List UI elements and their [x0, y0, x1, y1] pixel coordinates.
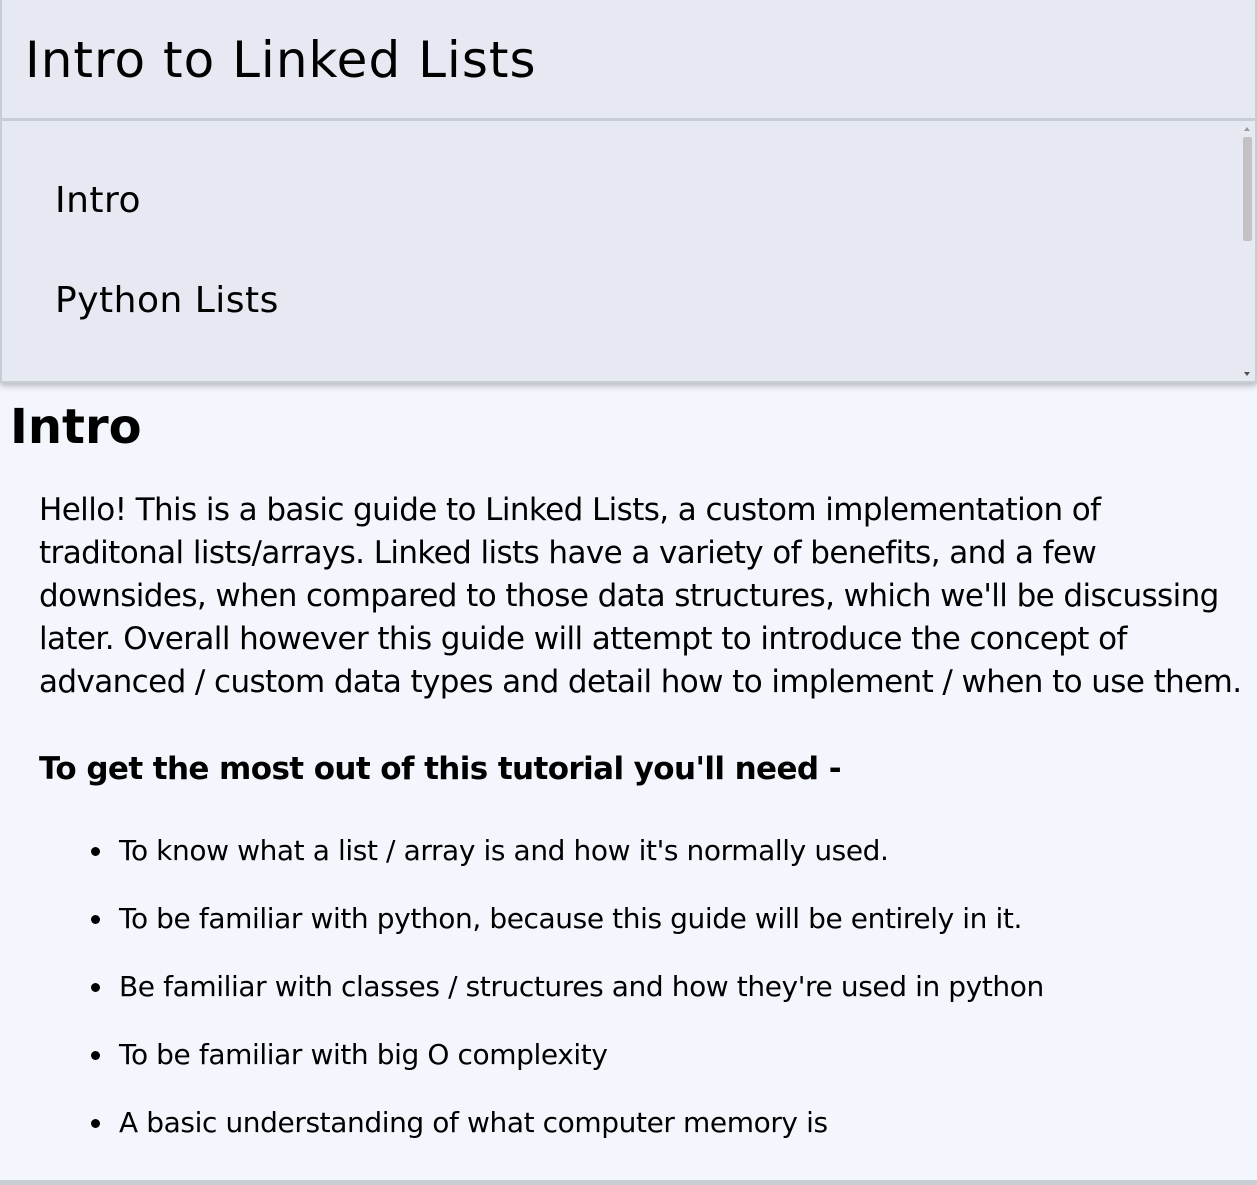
nav-link-intro[interactable]: Intro [55, 180, 141, 221]
nav-scrollbar[interactable] [1240, 123, 1255, 381]
scroll-down-arrow-icon[interactable] [1244, 372, 1250, 376]
navbar: Intro to Linked Lists Intro Python Lists [0, 0, 1257, 383]
bullet-icon [91, 915, 100, 924]
intro-paragraph: Hello! This is a basic guide to Linked L… [39, 492, 1242, 700]
list-item: To be familiar with python, because this… [91, 899, 1239, 967]
bullet-icon [91, 847, 100, 856]
list-item-text: To know what a list / array is and how i… [119, 834, 889, 867]
requirements-heading: To get the most out of this tutorial you… [39, 751, 842, 787]
list-item-text: To be familiar with python, because this… [119, 902, 1022, 935]
bullet-icon [91, 1051, 100, 1060]
requirements-list: To know what a list / array is and how i… [91, 831, 1239, 1171]
main-content: Intro Hello! This is a basic guide to Li… [0, 383, 1257, 1180]
bullet-icon [91, 983, 100, 992]
list-item: A basic understanding of what computer m… [91, 1103, 1239, 1171]
list-item: To be familiar with big O complexity [91, 1035, 1239, 1103]
scroll-thumb[interactable] [1243, 137, 1252, 241]
nav-list: Intro Python Lists [2, 123, 1243, 381]
bullet-icon [91, 1119, 100, 1128]
section-title: Intro [10, 399, 142, 455]
nav-header: Intro to Linked Lists [2, 0, 1255, 121]
bottom-divider [0, 1180, 1257, 1185]
scroll-up-arrow-icon[interactable] [1244, 127, 1250, 131]
list-item-text: To be familiar with big O complexity [119, 1038, 608, 1071]
list-item-text: A basic understanding of what computer m… [119, 1106, 828, 1139]
list-item: Be familiar with classes / structures an… [91, 967, 1239, 1035]
page-title: Intro to Linked Lists [25, 31, 537, 89]
nav-link-python-lists[interactable]: Python Lists [55, 280, 279, 321]
list-item-text: Be familiar with classes / structures an… [119, 970, 1044, 1003]
list-item: To know what a list / array is and how i… [91, 831, 1239, 899]
